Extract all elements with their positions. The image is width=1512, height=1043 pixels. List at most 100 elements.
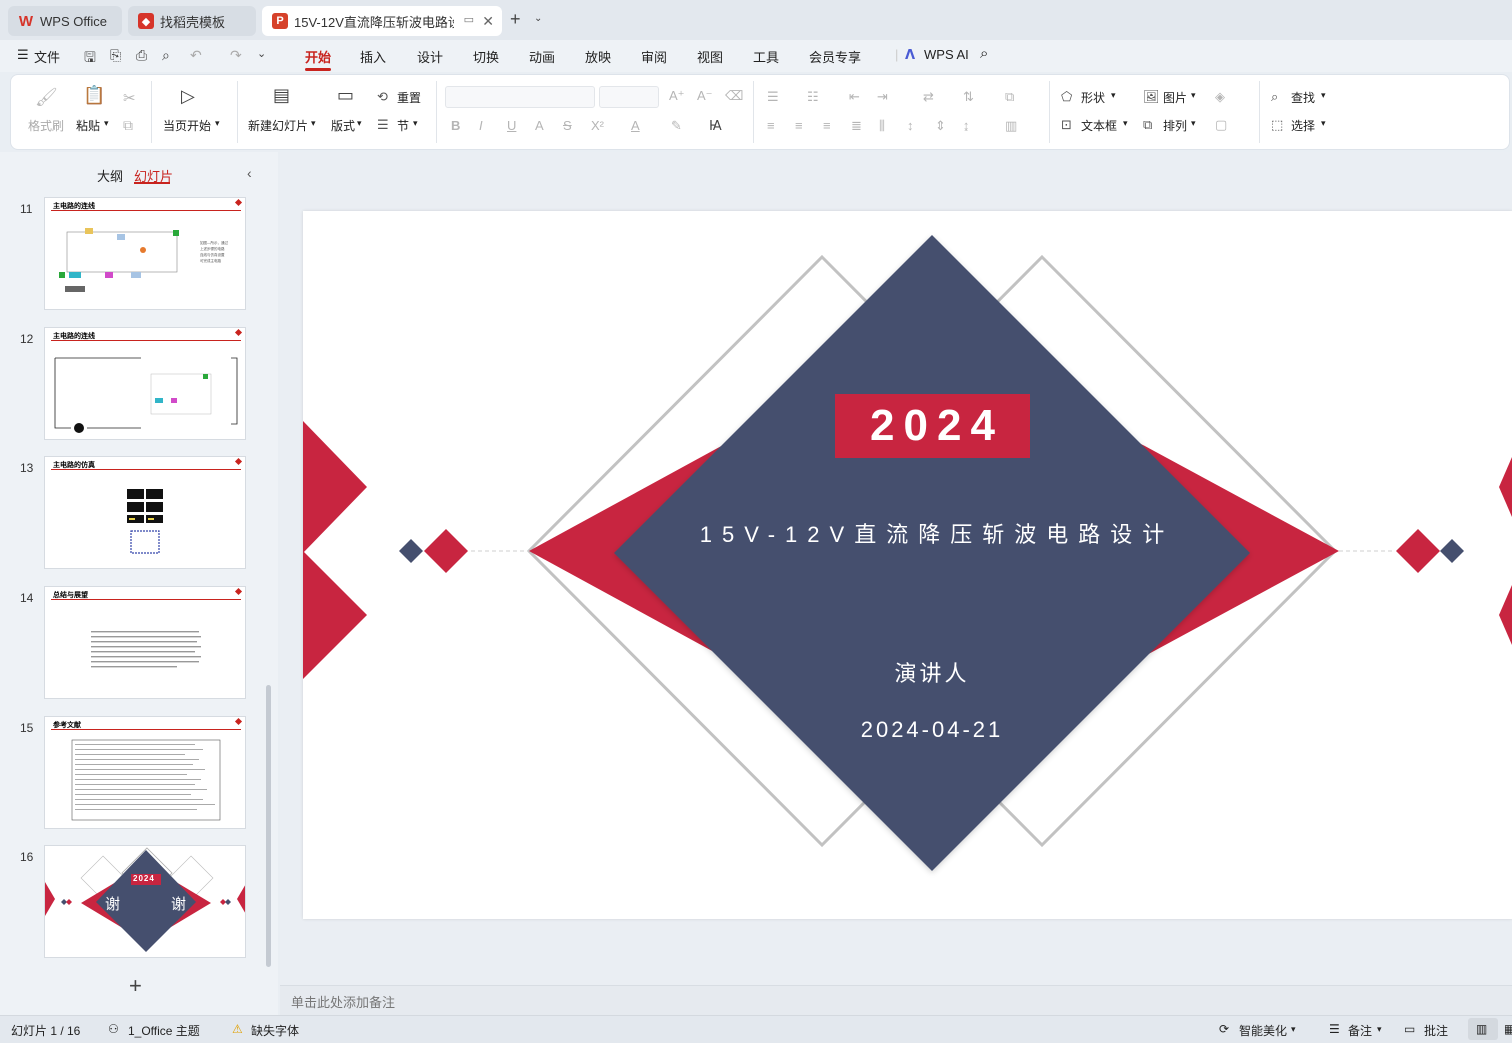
panel-scrollbar[interactable] [266,685,271,967]
notes-pane[interactable]: 单击此处添加备注 [280,985,1512,1015]
wps-ai-icon[interactable]: ᐱ [905,47,915,63]
slide-thumbnail-15[interactable]: 参考文献 [44,716,246,829]
add-slide-icon[interactable]: + [129,973,142,999]
notes-placeholder[interactable]: 单击此处添加备注 [291,992,395,1011]
bold-icon[interactable]: B [451,118,460,133]
font-family-combo[interactable] [445,86,595,108]
font-color-icon[interactable]: A [631,118,640,133]
chevron-down-icon[interactable]: ▾ [1377,1024,1382,1035]
picture-icon[interactable]: 🖼 [1143,89,1160,105]
slide-presenter[interactable]: 演讲人 [832,656,1032,688]
layout-icon[interactable]: ▭ [337,85,354,106]
menu-membership[interactable]: 会员专享 [809,47,861,66]
fill-icon[interactable]: ◈ [1215,89,1225,105]
tab-template[interactable]: ◆ 找稻壳模板 [128,6,256,36]
chevron-down-icon[interactable]: ▾ [357,118,362,129]
strikethrough-icon[interactable]: S [563,118,572,133]
columns-icon[interactable]: ▥ [1005,118,1017,134]
cut-icon[interactable]: ✂ [123,89,136,107]
chevron-down-icon[interactable]: ▾ [1291,1024,1296,1035]
smart-beautify-button[interactable]: 智能美化 [1239,1022,1287,1039]
menu-wps-ai[interactable]: WPS AI [924,47,969,62]
chevron-down-icon[interactable]: ▾ [311,118,316,129]
tab-outline[interactable]: 大纲 [97,166,123,185]
paragraph-spacing-icon[interactable]: ⇕ [935,118,946,134]
section-button[interactable]: 节 [397,117,409,134]
align-right-icon[interactable]: ≡ [823,118,831,133]
menu-tools[interactable]: 工具 [753,47,779,66]
select-icon[interactable]: ⬚ [1271,117,1283,133]
collapse-panel-icon[interactable]: ‹ [247,165,252,181]
numbering-icon[interactable]: ☷ [807,89,819,105]
select-button[interactable]: 选择 [1291,117,1315,134]
distribute-icon[interactable]: ⫼ [879,118,885,134]
chevron-down-icon[interactable]: ▾ [1191,90,1196,101]
outline-icon[interactable]: ▢ [1215,117,1227,133]
reset-button[interactable]: 重置 [397,89,421,106]
clear-format-icon[interactable]: ⌫ [725,88,743,104]
chevron-down-icon[interactable]: ⌄ [257,47,266,60]
bullets-icon[interactable]: ☰ [767,89,779,105]
monitor-icon[interactable]: ▭ [464,13,474,26]
align-center-icon[interactable]: ≡ [795,118,803,133]
copy-icon[interactable]: ⧉ [123,117,133,134]
print-preview-icon[interactable]: ⌕ [162,47,170,64]
find-icon[interactable]: ⌕ [1271,89,1278,105]
grid-view-icon[interactable]: ▦ [1504,1022,1512,1036]
close-tab-icon[interactable]: ✕ [482,13,494,30]
notes-toggle-button[interactable]: 备注 [1348,1022,1372,1039]
layout-button[interactable]: 版式 [331,117,355,134]
chevron-down-icon[interactable]: ▾ [1111,90,1116,101]
chevron-down-icon[interactable]: ▾ [413,118,418,129]
tab-wps-office[interactable]: W WPS Office [8,6,122,36]
superscript-icon[interactable]: X² [591,118,604,133]
slide-thumbnail-16[interactable]: 2024 谢 谢 [44,845,246,958]
text-direction-icon[interactable]: ⇄ [923,89,934,105]
increase-indent-icon[interactable]: ⇥ [877,89,888,105]
decrease-font-icon[interactable]: A⁻ [697,88,713,104]
shadow-icon[interactable]: A [535,118,544,133]
paste-button[interactable]: 粘贴 [76,117,100,134]
section-icon[interactable]: ☰ [377,117,389,133]
sort-icon[interactable]: ⇅ [963,89,974,105]
arrange-button[interactable]: 排列 [1163,117,1187,134]
missing-font-button[interactable]: 缺失字体 [251,1022,299,1039]
slide-thumbnail-11[interactable]: 主电路的连线 如图—所示，通过 上述步骤的电路 连线与仿真设置 可完成主电路 [44,197,246,310]
theme-name[interactable]: 1_Office 主题 [128,1022,200,1039]
chevron-down-icon[interactable]: ▾ [104,118,109,129]
slide-year[interactable]: 2024 [835,394,1030,458]
print-icon[interactable]: ⎙ [136,47,147,64]
new-slide-icon[interactable]: ▤ [273,85,290,106]
new-tab-icon[interactable]: + [510,9,521,30]
decrease-indent-icon[interactable]: ⇤ [849,89,860,105]
slide-canvas[interactable]: 2024 15V-12V直流降压斩波电路设计 演讲人 2024-04-21 [303,211,1512,919]
vertical-align-icon[interactable]: ↨ [963,118,970,133]
chevron-down-icon[interactable]: ▾ [1123,118,1128,129]
menu-animations[interactable]: 动画 [529,47,555,66]
convert-icon[interactable]: ⧉ [1005,89,1014,105]
shape-icon[interactable]: ⬠ [1061,89,1072,105]
play-from-current-button[interactable]: 当页开始 [163,117,211,134]
increase-font-icon[interactable]: A⁺ [669,88,685,104]
chevron-down-icon[interactable]: ⌄ [534,13,542,24]
hamburger-icon[interactable]: ☰ [17,47,29,63]
chevron-down-icon[interactable]: ▾ [1321,118,1326,129]
tab-current-document[interactable]: P 15V-12V直流降压斩波电路设 ▭ ✕ [262,6,502,36]
slide-thumbnail-12[interactable]: 主电路的连线 [44,327,246,440]
italic-icon[interactable]: I [479,118,483,133]
export-icon[interactable]: ⎘ [110,47,121,64]
line-spacing-icon[interactable]: ↕ [907,118,914,133]
textbox-icon[interactable]: ⊡ [1061,117,1072,133]
font-size-combo[interactable] [599,86,659,108]
play-icon[interactable]: ▷ [181,86,195,107]
save-icon[interactable]: 🖫 [84,47,96,71]
format-painter-button[interactable]: 格式刷 [28,117,64,134]
slide-thumbnail-13[interactable]: 主电路的仿真 [44,456,246,569]
menu-review[interactable]: 审阅 [641,47,667,66]
chevron-down-icon[interactable]: ▾ [1321,90,1326,101]
paste-icon[interactable]: 📋 [83,85,105,106]
chevron-down-icon[interactable]: ▾ [1191,118,1196,129]
menu-view[interactable]: 视图 [697,47,723,66]
arrange-icon[interactable]: ⧉ [1143,117,1152,133]
format-painter-icon[interactable]: 🖌 [35,87,58,108]
